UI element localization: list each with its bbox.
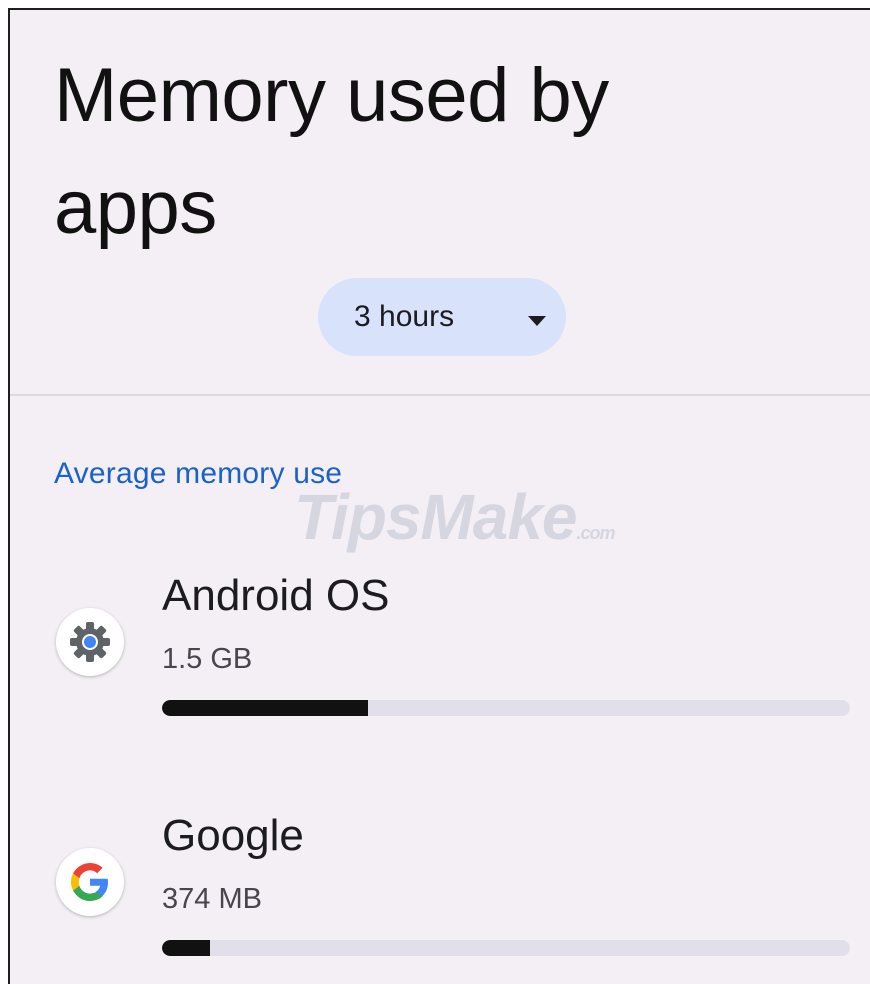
divider bbox=[10, 394, 870, 396]
period-dropdown[interactable]: 3 hours bbox=[318, 278, 566, 356]
memory-screen: Memory used by apps 3 hours Average memo… bbox=[8, 8, 870, 984]
section-header-average-memory: Average memory use bbox=[54, 457, 343, 490]
app-name: Android OS bbox=[162, 571, 390, 620]
app-name: Google bbox=[162, 811, 304, 860]
gear-icon bbox=[56, 608, 124, 676]
app-memory-size: 1.5 GB bbox=[162, 643, 253, 675]
gear-icon-graphic bbox=[70, 622, 110, 662]
period-dropdown-label: 3 hours bbox=[354, 300, 455, 333]
watermark-tld: .com bbox=[576, 523, 616, 543]
memory-usage-fill bbox=[162, 940, 211, 956]
google-g-icon-graphic bbox=[71, 863, 108, 901]
app-row-android-os[interactable]: Android OS 1.5 GB bbox=[10, 550, 870, 740]
app-row-google[interactable]: Google 374 MB bbox=[10, 790, 870, 980]
memory-usage-fill bbox=[162, 700, 369, 716]
memory-usage-bar bbox=[162, 940, 850, 956]
page-title: Memory used by apps bbox=[54, 53, 609, 250]
dropdown-caret-icon bbox=[528, 316, 546, 326]
memory-usage-bar bbox=[162, 700, 850, 716]
google-g-icon bbox=[56, 848, 124, 916]
app-memory-size: 374 MB bbox=[162, 883, 262, 915]
